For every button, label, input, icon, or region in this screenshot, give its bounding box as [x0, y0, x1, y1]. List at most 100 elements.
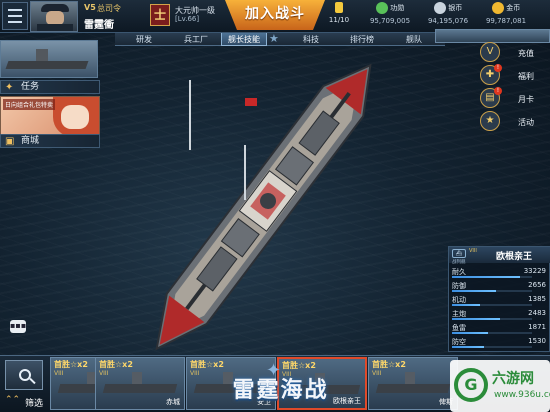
resource-label: 金币 [506, 4, 521, 12]
first-win-label: 首胜☆x2 [372, 360, 406, 369]
first-win-label: 首胜☆x2 [54, 360, 88, 369]
energy-counter[interactable]: 11/10 [328, 2, 350, 24]
game-logo-text: 雷霆海战 [232, 378, 329, 403]
stat-bar [452, 332, 532, 334]
promo-banner[interactable]: 日向组合礼包特卖 [0, 96, 100, 136]
resource-gold[interactable]: 金币 99,787,081 [478, 2, 534, 25]
main-tab-bar: 研发 兵工厂 舰长技能 ★ 科技 排行榜 舰队 [115, 32, 445, 46]
resource-label: 功勋 [390, 4, 405, 12]
promo-text: 日向组合礼包特卖 [3, 99, 56, 110]
monthly-card-label: 月卡 [518, 95, 534, 104]
ship-tier: VIII [372, 370, 382, 377]
shop-label: 商城 [21, 136, 40, 146]
player-avatar[interactable] [30, 1, 78, 32]
silver-coin-icon [433, 2, 446, 14]
stat-bar-fill [452, 332, 488, 334]
stat-value: 2483 [528, 309, 546, 317]
game-logo: ✦ 雷霆海战 [188, 360, 373, 412]
watermark-site: 六游网 [492, 371, 534, 387]
event-button[interactable]: ★ 活动 [480, 111, 550, 133]
star-icon: ★ [269, 32, 279, 45]
task-icon: ✦ [5, 82, 14, 93]
player-name: 雷霆衝 [84, 20, 114, 31]
ship-class: 战列舰 [452, 260, 466, 265]
stat-value: 33229 [523, 267, 546, 275]
guild-level: [Lv.66] [175, 15, 200, 23]
task-label: 任务 [21, 82, 40, 92]
stat-bar-fill [452, 304, 480, 306]
battleship-model[interactable] [95, 40, 435, 370]
chat-icon[interactable]: ▪▪▪ [10, 320, 26, 333]
vip-level: V5 [84, 3, 96, 12]
resource-merit[interactable]: 功勋 95,709,005 [362, 2, 418, 25]
stat-row: 鱼雷 1871 [452, 323, 548, 335]
player-rank: 总司令 [97, 4, 121, 13]
first-win-label: 首胜☆x2 [99, 360, 133, 369]
stat-bar-fill [452, 290, 496, 292]
resource-silver[interactable]: 银币 94,195,076 [420, 2, 476, 25]
gold-coin-icon [491, 2, 504, 14]
notification-badge: ! [494, 87, 502, 95]
monthly-card-button[interactable]: ▤ ! 月卡 [480, 87, 550, 110]
ship-name: 赤城 [166, 398, 180, 406]
stat-bar-fill [452, 346, 484, 348]
filter-button[interactable]: ⌃⌃ 筛选 [3, 358, 48, 410]
menu-button[interactable] [2, 2, 28, 30]
site-watermark: G 六游网 www.936u.com [450, 360, 550, 412]
recharge-label: 充值 [518, 49, 534, 58]
stat-bar-fill [452, 276, 520, 278]
welfare-button[interactable]: ✚ ! 福利 [480, 64, 550, 87]
stat-bar [452, 276, 532, 278]
stat-value: 2656 [528, 281, 546, 289]
stat-bar [452, 318, 532, 320]
site-logo-icon: G [454, 368, 488, 402]
stat-bar [452, 304, 532, 306]
tab-fleet[interactable]: 舰队 [389, 33, 439, 46]
stat-value: 1530 [528, 337, 546, 345]
stat-value: 1871 [528, 323, 546, 331]
task-button[interactable]: ✦ 任务 [0, 80, 100, 94]
medal-icon [375, 2, 388, 14]
guild-badge-icon[interactable]: 士 [150, 4, 170, 26]
ship-stats-header: ⛴ VIII 战列舰 欧根亲王 [449, 247, 550, 265]
recharge-button[interactable]: V 充值 [480, 42, 550, 64]
fleet-thumbnail[interactable] [0, 40, 98, 78]
stat-bar [452, 346, 532, 348]
shop-button[interactable]: ▣ 商城 [0, 134, 100, 148]
chevron-up-icon: ⌃⌃ [5, 395, 21, 405]
event-label: 活动 [518, 118, 534, 127]
stat-row: 主炮 2483 [452, 309, 548, 321]
resource-label: 银币 [448, 4, 463, 12]
resource-value: 99,787,081 [485, 17, 527, 25]
stat-bar [452, 290, 532, 292]
welfare-label: 福利 [518, 72, 534, 81]
ship-tier: VIII [99, 370, 109, 377]
resource-value: 95,709,005 [369, 17, 411, 25]
ship-tier: VIII [469, 248, 477, 254]
tab-captain-skills[interactable]: 舰长技能 [221, 33, 267, 46]
ship-name: 欧根亲王 [496, 252, 533, 262]
search-box [5, 360, 43, 390]
stat-value: 1385 [528, 295, 546, 303]
stat-row: 机动 1385 [452, 295, 548, 307]
watermark-url: www.936u.com [494, 390, 550, 400]
stat-bar-fill [452, 318, 500, 320]
join-battle-button[interactable]: 加入战斗 [225, 0, 325, 30]
tab-research[interactable]: 研发 [119, 33, 169, 46]
stat-row: 耐久 33229 [452, 267, 548, 279]
tab-arsenal[interactable]: 兵工厂 [171, 33, 221, 46]
ship-preview-strip[interactable] [435, 29, 550, 43]
ship-tier: VIII [54, 370, 64, 377]
game-screen: V5 总司令 雷霆衝 士 大元帅一级 [Lv.66] 加入战斗 11/10 功勋… [0, 0, 550, 412]
tab-leaderboard[interactable]: 排行榜 [337, 33, 387, 46]
ship-card[interactable]: 首胜☆x2 VIII 赤城 [95, 357, 185, 410]
shop-icon: ▣ [5, 136, 15, 147]
resource-value: 94,195,076 [427, 17, 469, 25]
tab-technology[interactable]: 科技 [287, 33, 335, 46]
notification-badge: ! [494, 64, 502, 72]
battleship-class-icon: ⛴ [452, 249, 466, 258]
ship-card[interactable]: 首胜☆x2 VIII 俾斯 [368, 357, 458, 410]
ship-stats-panel: ⛴ VIII 战列舰 欧根亲王 耐久 33229 防御 2656 机动 1385… [448, 246, 550, 352]
vip-icon: V [480, 42, 500, 62]
stat-row: 防空 1530 [452, 337, 548, 349]
